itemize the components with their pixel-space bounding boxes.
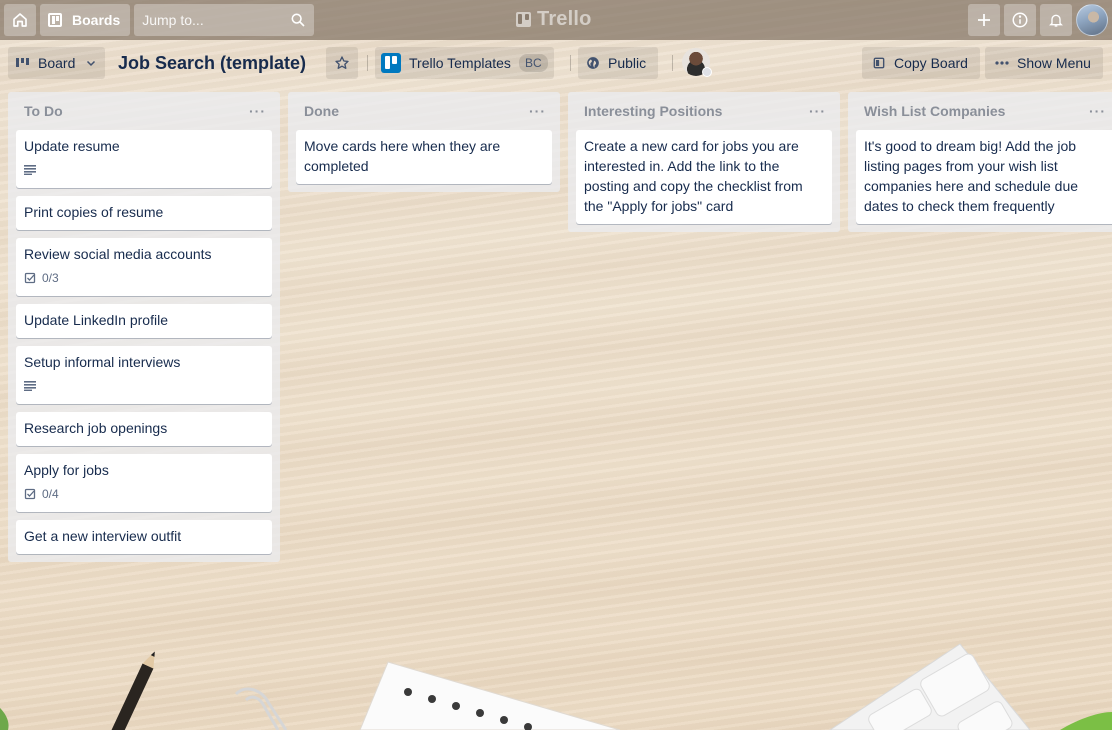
list-title[interactable]: Interesting Positions xyxy=(584,103,722,119)
plus-icon xyxy=(978,14,990,26)
card[interactable]: Print copies of resume xyxy=(16,196,272,230)
info-button[interactable] xyxy=(1004,4,1036,36)
list-interesting-positions: Interesting Positions ··· Create a new c… xyxy=(568,92,840,232)
checklist-icon xyxy=(24,488,36,500)
copy-board-label: Copy Board xyxy=(894,55,968,71)
board-view-icon xyxy=(16,57,30,69)
card-badges: 0/4 xyxy=(24,484,264,504)
team-badge: BC xyxy=(518,54,548,72)
create-button[interactable] xyxy=(968,4,1000,36)
ellipsis-icon xyxy=(995,61,1009,65)
trello-logo-text: Trello xyxy=(537,8,592,30)
team-logo-icon xyxy=(381,53,401,73)
card-title: Review social media accounts xyxy=(24,246,212,262)
list-header[interactable]: Wish List Companies ··· xyxy=(856,92,1112,130)
card-title: Update resume xyxy=(24,138,120,154)
list-menu-icon[interactable]: ··· xyxy=(249,103,266,119)
trello-logo-icon xyxy=(516,12,531,27)
card[interactable]: Research job openings xyxy=(16,412,272,446)
member-status-icon xyxy=(702,67,712,77)
header-divider xyxy=(367,55,368,71)
card-title: Update LinkedIn profile xyxy=(24,312,168,328)
list-header[interactable]: Interesting Positions ··· xyxy=(576,92,832,130)
boards-icon xyxy=(48,13,62,27)
list-title[interactable]: Done xyxy=(304,103,339,119)
card[interactable]: Review social media accounts 0/3 xyxy=(16,238,272,296)
list-menu-icon[interactable]: ··· xyxy=(529,103,546,119)
card-title: Move cards here when they are completed xyxy=(304,138,501,174)
card-title: Get a new interview outfit xyxy=(24,528,182,544)
checklist-count: 0/3 xyxy=(42,271,59,285)
card-title: Print copies of resume xyxy=(24,204,164,220)
card[interactable]: Apply for jobs 0/4 xyxy=(16,454,272,512)
card-title: Apply for jobs xyxy=(24,462,109,478)
star-icon xyxy=(335,56,349,69)
search-placeholder: Jump to... xyxy=(142,12,204,28)
card-badges: 0/3 xyxy=(24,268,264,288)
card-title: It's good to dream big! Add the job list… xyxy=(864,138,1079,214)
list-to-do: To Do ··· Update resume Print copies of … xyxy=(8,92,280,562)
visibility-label: Public xyxy=(608,55,647,71)
desk-decoration xyxy=(0,643,1112,730)
header-divider xyxy=(570,55,571,71)
top-header: Boards Jump to... Trello xyxy=(0,0,1112,40)
list-title[interactable]: Wish List Companies xyxy=(864,103,1005,119)
globe-icon xyxy=(586,56,600,70)
card[interactable]: Update resume xyxy=(16,130,272,188)
card-badges xyxy=(24,160,264,180)
checklist-icon xyxy=(24,272,36,284)
card[interactable]: Create a new card for jobs you are inter… xyxy=(576,130,832,224)
board-view-label: Board xyxy=(38,55,76,71)
board-view-switcher[interactable]: Board xyxy=(8,47,106,79)
star-board-button[interactable] xyxy=(326,47,358,79)
board-title[interactable]: Job Search (template) xyxy=(118,47,306,79)
boards-button[interactable]: Boards xyxy=(40,4,131,36)
list-menu-icon[interactable]: ··· xyxy=(1089,103,1106,119)
description-icon xyxy=(24,165,36,175)
chevron-down-icon xyxy=(87,60,96,67)
team-button[interactable]: Trello Templates BC xyxy=(375,47,554,79)
list-wish-list-companies: Wish List Companies ··· It's good to dre… xyxy=(848,92,1112,232)
card-badges xyxy=(24,376,264,396)
card[interactable]: Get a new interview outfit xyxy=(16,520,272,554)
member-avatar[interactable] xyxy=(682,48,712,77)
user-avatar[interactable] xyxy=(1076,4,1108,36)
header-divider xyxy=(672,55,673,71)
board-header: Board Job Search (template) Trello Templ… xyxy=(8,46,1108,80)
visibility-button[interactable]: Public xyxy=(578,47,659,79)
show-menu-label: Show Menu xyxy=(1017,55,1091,71)
copy-board-button[interactable]: Copy Board xyxy=(862,47,980,79)
copy-board-icon xyxy=(872,56,886,70)
boards-label: Boards xyxy=(72,12,121,28)
card-title: Research job openings xyxy=(24,420,168,436)
info-icon xyxy=(1012,12,1028,28)
list-header[interactable]: To Do ··· xyxy=(16,92,272,130)
card-title: Setup informal interviews xyxy=(24,354,181,370)
checklist-count: 0/4 xyxy=(42,487,59,501)
search-icon xyxy=(291,13,305,27)
team-name: Trello Templates xyxy=(409,55,511,71)
description-icon xyxy=(24,381,36,391)
bell-icon xyxy=(1049,14,1063,27)
show-menu-button[interactable]: Show Menu xyxy=(985,47,1103,79)
list-done: Done ··· Move cards here when they are c… xyxy=(288,92,560,192)
list-title[interactable]: To Do xyxy=(24,103,63,119)
card[interactable]: Setup informal interviews xyxy=(16,346,272,404)
card-title: Create a new card for jobs you are inter… xyxy=(584,138,803,214)
list-menu-icon[interactable]: ··· xyxy=(809,103,826,119)
card[interactable]: Update LinkedIn profile xyxy=(16,304,272,338)
home-icon xyxy=(13,13,27,27)
card[interactable]: It's good to dream big! Add the job list… xyxy=(856,130,1112,224)
trello-logo[interactable]: Trello xyxy=(516,8,592,31)
card[interactable]: Move cards here when they are completed xyxy=(296,130,552,184)
home-button[interactable] xyxy=(4,4,36,36)
jump-to-search[interactable]: Jump to... xyxy=(134,4,315,36)
list-header[interactable]: Done ··· xyxy=(296,92,552,130)
notifications-button[interactable] xyxy=(1040,4,1072,36)
